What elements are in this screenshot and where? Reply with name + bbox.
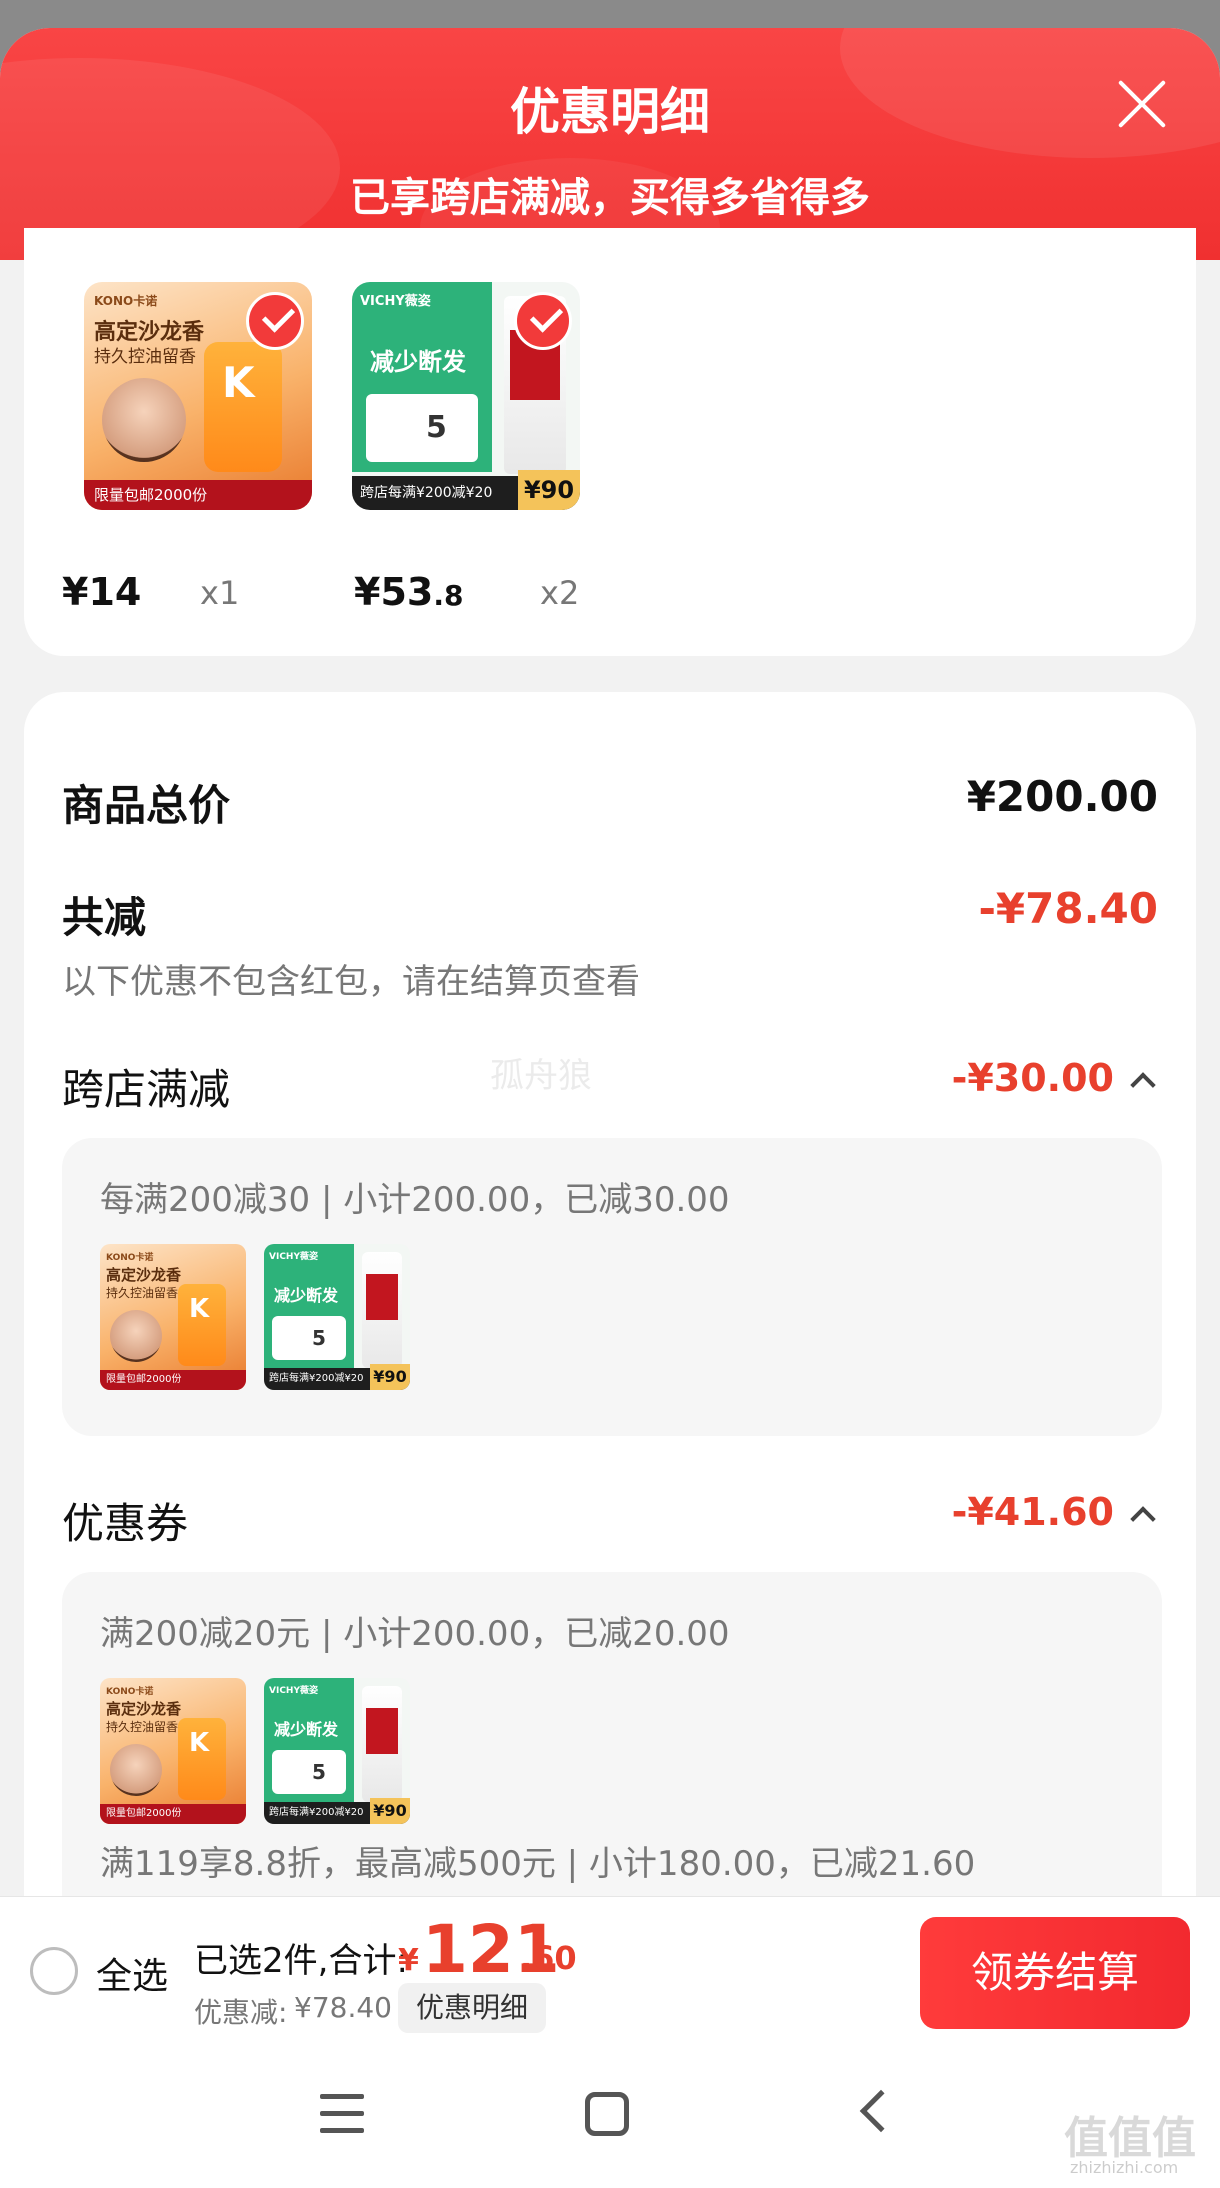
product-thumb-headline: 减少断发 — [370, 348, 466, 376]
mini-thumb-badge: 限量包邮2000份 — [100, 1370, 246, 1390]
back-icon[interactable] — [859, 2089, 903, 2133]
product-thumb-badge: 限量包邮2000份 — [84, 480, 312, 510]
discount-detail-card: 商品总价 ¥200.00 共减 -¥78.40 以下优惠不包含红包，请在结算页查… — [24, 692, 1196, 2132]
coupon-rule-2: 满119享8.8折，最高减500元 | 小计180.00，已减21.60 — [100, 1844, 976, 1884]
menu-icon[interactable] — [320, 2094, 364, 2134]
cross-store-rule: 每满200减30 | 小计200.00，已减30.00 — [100, 1180, 730, 1220]
discount-detail-button[interactable]: 优惠明细 — [398, 1983, 547, 2033]
site-watermark: 值值值 — [1064, 2113, 1196, 2164]
author-watermark: 孤舟狼 — [490, 1056, 592, 1096]
product-price: ¥14 — [62, 570, 142, 614]
sheet-subtitle: 已享跨店满减，买得多省得多 — [350, 175, 870, 221]
mini-thumb-kono: KONO卡诺 高定沙龙香 持久控油留香 K 限量包邮2000份 — [100, 1678, 246, 1824]
coupon-rule-1: 满200减20元 | 小计200.00，已减20.00 — [100, 1614, 730, 1654]
product-thumb-brand: VICHY薇姿 — [360, 294, 431, 309]
section-cross-store-label: 跨店满减 — [62, 1065, 231, 1114]
product-thumb-kono[interactable]: KONO卡诺 高定沙龙香 持久控油留香 K 限量包邮2000份 — [84, 282, 312, 510]
model-image — [102, 378, 186, 462]
mini-thumb-brand: KONO卡诺 — [106, 1253, 154, 1263]
mini-thumb-tagline: 持久控油留香 — [106, 1286, 179, 1300]
mini-thumb-headline: 高定沙龙香 — [106, 1266, 182, 1284]
chevron-up-icon[interactable] — [1130, 1072, 1156, 1098]
product-thumb-price-tag: ¥90 — [518, 470, 580, 510]
product-thumb-vichy[interactable]: VICHY薇姿 减少断发 5 跨店每满¥200减¥20 ¥90 — [352, 282, 580, 510]
sheet-header: 优惠明细 已享跨店满减，买得多省得多 — [0, 28, 1220, 260]
mini-thumb-headline: 高定沙龙香 — [106, 1700, 182, 1718]
select-all-label[interactable]: 全选 — [96, 1947, 168, 1999]
product-price: ¥53.8 — [354, 570, 464, 614]
total-price-value: ¥200.00 — [966, 772, 1158, 821]
discount-summary-label: 优惠减: — [194, 1996, 288, 2029]
mini-thumb-headline: 减少断发 — [274, 1720, 339, 1739]
cross-store-detail-box: 每满200减30 | 小计200.00，已减30.00 KONO卡诺 高定沙龙香… — [62, 1138, 1162, 1436]
select-all-radio[interactable] — [30, 1947, 78, 1995]
home-icon[interactable] — [585, 2092, 629, 2136]
mini-thumb-vichy: VICHY薇姿 减少断发 5 跨店每满¥200减¥20 ¥90 — [264, 1244, 410, 1390]
sheet-title: 优惠明细 — [510, 83, 710, 141]
selected-products-card: KONO卡诺 高定沙龙香 持久控油留香 K 限量包邮2000份 ¥14 x1 V… — [24, 228, 1196, 656]
mini-thumb-tagline: 持久控油留香 — [106, 1720, 179, 1734]
shampoo-bottle-image: K — [204, 342, 282, 472]
total-amount-decimal: .60 — [520, 1939, 577, 1977]
mini-thumb-price-tag: ¥90 — [370, 1798, 410, 1824]
total-discount-label: 共减 — [62, 893, 147, 942]
mini-thumb-brand: VICHY薇姿 — [269, 1252, 318, 1262]
selected-check-icon[interactable] — [246, 292, 304, 350]
product-qty: x2 — [540, 574, 580, 612]
total-price-label: 商品总价 — [62, 781, 231, 830]
discount-note: 以下优惠不包含红包，请在结算页查看 — [62, 962, 640, 1002]
selected-check-icon[interactable] — [514, 292, 572, 350]
total-discount-value: -¥78.40 — [978, 884, 1158, 933]
section-cross-store-amount: -¥30.00 — [951, 1056, 1114, 1100]
mini-thumb-kono: KONO卡诺 高定沙龙香 持久控油留香 K 限量包邮2000份 — [100, 1244, 246, 1390]
product-qty: x1 — [200, 574, 240, 612]
total-currency: ¥ — [398, 1943, 419, 1978]
product-thumb-brand: KONO卡诺 — [94, 294, 158, 308]
section-coupon-amount: -¥41.60 — [951, 1490, 1114, 1534]
mini-thumb-vichy: VICHY薇姿 减少断发 5 跨店每满¥200减¥20 ¥90 — [264, 1678, 410, 1824]
section-coupon-label: 优惠券 — [62, 1499, 189, 1548]
discount-summary-value: ¥78.40 — [294, 1991, 392, 2024]
product-thumb-card: 5 — [366, 394, 478, 462]
close-icon[interactable] — [1114, 76, 1170, 132]
checkout-button[interactable]: 领券结算 — [920, 1917, 1190, 2029]
checkout-bar: 全选 已选2件,合计: ¥ 121 .60 优惠减: ¥78.40 优惠明细 领… — [0, 1896, 1220, 2044]
product-thumb-tagline: 持久控油留香 — [94, 347, 196, 367]
site-watermark-url: zhizhizhi.com — [1070, 2158, 1179, 2177]
mini-thumb-badge: 限量包邮2000份 — [100, 1804, 246, 1824]
mini-thumb-price-tag: ¥90 — [370, 1364, 410, 1390]
mini-thumb-brand: VICHY薇姿 — [269, 1686, 318, 1696]
selected-count-text: 已选2件,合计: — [194, 1941, 408, 1981]
discount-detail-sheet: 优惠明细 已享跨店满减，买得多省得多 KONO卡诺 高定沙龙香 持久控油留香 K… — [0, 28, 1220, 2188]
system-nav-bar: 值值值 zhizhizhi.com — [0, 2044, 1220, 2188]
chevron-up-icon[interactable] — [1130, 1506, 1156, 1532]
mini-thumb-headline: 减少断发 — [274, 1286, 339, 1305]
mini-thumb-brand: KONO卡诺 — [106, 1687, 154, 1697]
